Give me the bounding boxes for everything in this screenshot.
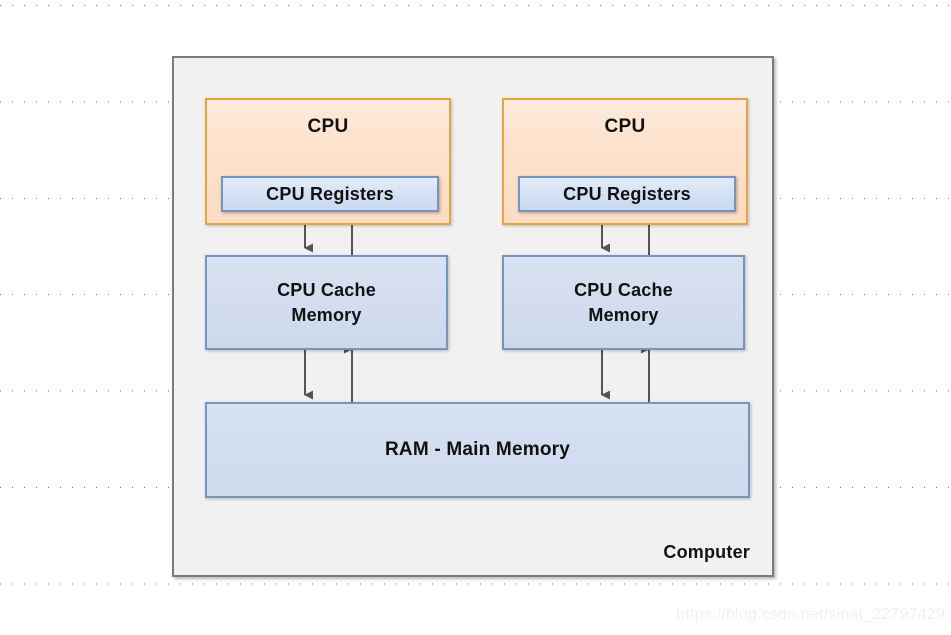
- cpu-cache-label-right: CPU Cache Memory: [574, 278, 673, 327]
- cpu-registers-label-left: CPU Registers: [266, 183, 394, 204]
- cpu-cache-label-right-line1: CPU Cache: [574, 280, 673, 301]
- cpu-cache-label-left-line2: Memory: [291, 304, 362, 325]
- cpu-cache-box-left: CPU Cache Memory: [205, 255, 448, 350]
- watermark-text: https://blog.csdn.net/sinat_22797429: [676, 606, 945, 623]
- ram-label: RAM - Main Memory: [385, 439, 570, 460]
- cpu-cache-label-left-line1: CPU Cache: [277, 280, 376, 301]
- cpu-registers-box-right: CPU Registers: [518, 176, 736, 212]
- cpu-cache-label-left: CPU Cache Memory: [277, 278, 376, 327]
- ram-box: RAM - Main Memory: [205, 402, 750, 498]
- cpu-registers-label-right: CPU Registers: [563, 183, 691, 204]
- cpu-cache-label-right-line2: Memory: [588, 304, 659, 325]
- cpu-cache-box-right: CPU Cache Memory: [502, 255, 745, 350]
- cpu-box-left: CPU CPU Registers: [205, 98, 451, 225]
- computer-label: Computer: [663, 542, 750, 562]
- computer-container: CPU CPU Registers CPU CPU Registers CPU …: [172, 56, 774, 577]
- cpu-title-left: CPU: [307, 116, 349, 137]
- cpu-registers-box-left: CPU Registers: [221, 176, 439, 212]
- cpu-box-right: CPU CPU Registers: [502, 98, 748, 225]
- cpu-title-right: CPU: [604, 116, 646, 137]
